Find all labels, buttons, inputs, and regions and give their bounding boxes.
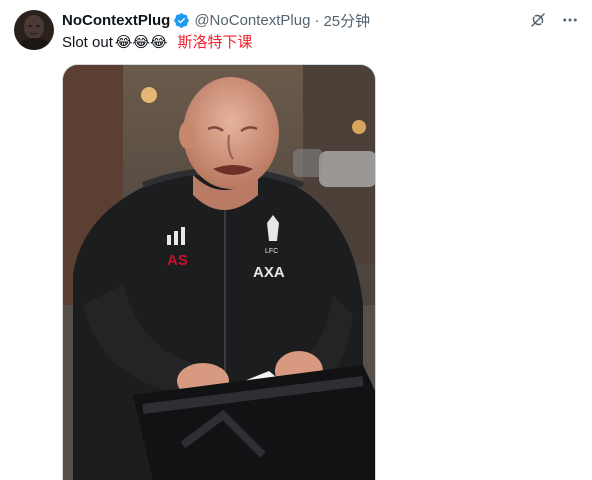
more-options-icon[interactable] bbox=[560, 10, 580, 30]
tweet-media-photo[interactable]: AS LFC AXA bbox=[62, 64, 376, 480]
tweet-body: Slot out bbox=[62, 34, 113, 51]
author-avatar[interactable] bbox=[14, 10, 54, 50]
jacket-crest-text: LFC bbox=[265, 248, 278, 255]
author-name[interactable]: NoContextPlug bbox=[62, 12, 170, 29]
tweet[interactable]: NoContextPlug @NoContextPlug · 25分钟 Slot… bbox=[0, 0, 592, 480]
author-handle[interactable]: @NoContextPlug bbox=[194, 12, 310, 29]
jacket-sponsor-text: AXA bbox=[253, 264, 285, 281]
tweet-header: NoContextPlug @NoContextPlug · 25分钟 bbox=[62, 10, 370, 30]
jacket-initials-text: AS bbox=[167, 252, 188, 269]
separator-dot: · bbox=[314, 11, 320, 29]
tweet-text: Slot out 😂😂😂 斯洛特下课 bbox=[62, 33, 252, 53]
translate-link[interactable]: 斯洛特下课 bbox=[177, 33, 252, 53]
verified-badge-icon bbox=[173, 12, 190, 29]
tweet-emojis: 😂😂😂 bbox=[114, 34, 168, 51]
timestamp[interactable]: 25分钟 bbox=[323, 10, 370, 31]
grok-icon[interactable] bbox=[528, 10, 548, 30]
tweet-top-actions bbox=[528, 10, 580, 30]
